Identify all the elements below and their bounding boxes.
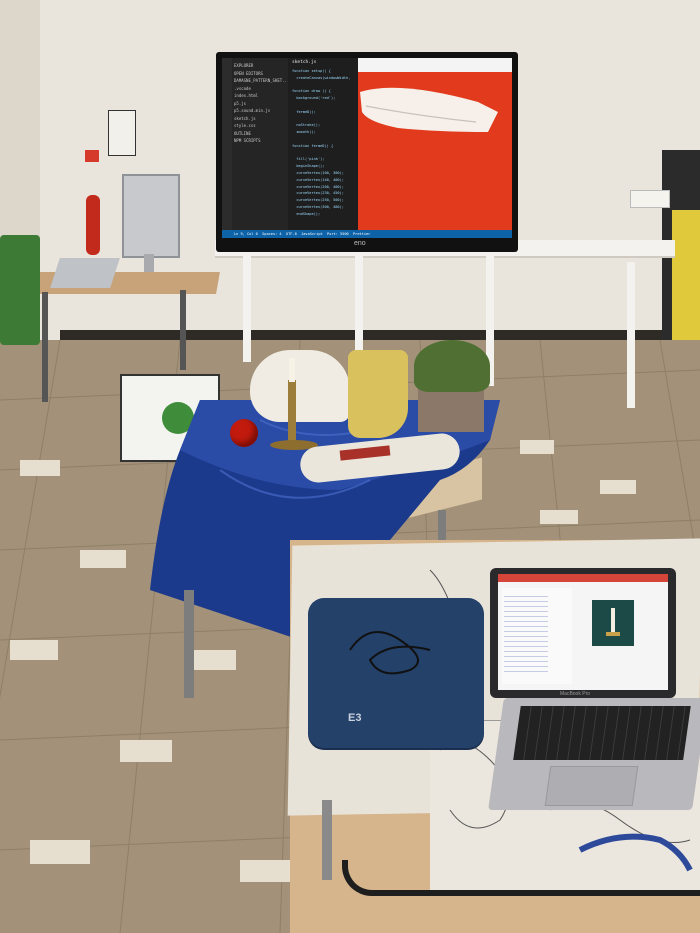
code-line: createCanvas(windowWidth,	[292, 75, 351, 80]
code-text: function setup() { createCanvas(windowWi…	[292, 68, 350, 218]
editor-sidebar: EXPLORER OPEN EDITORS DAMASNE_PATTERN_SKET…	[232, 58, 289, 230]
brass-candlestick	[288, 380, 296, 446]
sidebar-line: OUTLINE	[234, 130, 251, 136]
candle	[289, 358, 295, 382]
code-lines	[504, 592, 548, 672]
code-line: curveVertex(100, 300);	[292, 170, 344, 175]
code-line: curveVertex(140, 400);	[292, 177, 344, 182]
front-desk-leg	[322, 800, 332, 880]
macbook-base	[488, 698, 700, 810]
exit-sign	[85, 150, 99, 162]
code-line: beginShape();	[292, 164, 325, 169]
sidebar-line: p5.js	[234, 100, 247, 106]
code-line: function setup() {	[292, 69, 331, 73]
macbook-keyboard	[513, 706, 691, 760]
sidebar-line: p5.sound.min.js	[234, 108, 271, 113]
editor-activity-bar	[222, 58, 232, 238]
sidebar-line: sketch.js	[234, 115, 256, 121]
macbook-screen	[498, 574, 668, 690]
tv-brand-logo: eno	[354, 240, 366, 247]
green-chair	[0, 235, 40, 345]
yellow-boot	[348, 350, 408, 438]
earbuds-cable	[349, 631, 431, 675]
wall-poster	[108, 110, 136, 156]
preview-candle-base	[606, 632, 620, 636]
sidebar-line: NPM SCRIPTS	[234, 138, 261, 143]
macbook-brand: MacBook Pro	[560, 691, 591, 697]
macbook-trackpad	[544, 766, 639, 806]
editor-code-area: sketch.js function setup() { createCanva…	[288, 58, 358, 230]
imac-stand	[144, 254, 154, 272]
back-desk-leg-left	[42, 292, 48, 402]
editor-status-bar: Ln 9, Col 6 Spaces: 4 UTF-8 JavaScript P…	[222, 230, 512, 238]
editor-tab: sketch.js	[292, 60, 317, 65]
potted-plant-leaves	[414, 340, 490, 392]
imac-screen	[122, 174, 180, 258]
tv-screen: EXPLORER OPEN EDITORS DAMASNE_PATTERN_SKET…	[222, 58, 512, 238]
small-laptop	[50, 258, 120, 288]
shelf-leg-1	[243, 254, 251, 362]
sidebar-line: index.html	[234, 93, 259, 98]
code-panel	[502, 588, 572, 684]
browser-bar	[498, 574, 668, 582]
macbook-lid: MacBook Pro	[490, 568, 676, 698]
tv-monitor: EXPLORER OPEN EDITORS DAMASNE_PATTERN_SKET…	[216, 52, 518, 252]
sidebar-line: style.css	[234, 123, 256, 128]
sidebar-line: EXPLORER	[234, 63, 254, 68]
sleeve-logo: E3	[348, 712, 362, 724]
potted-plant-pot	[418, 388, 484, 432]
shelf-leg-2	[355, 254, 363, 354]
pink-shape	[360, 87, 498, 132]
code-line: curveVertex(200, 400);	[292, 184, 344, 189]
front-desk-frame	[342, 860, 700, 896]
sidebar-line: .vscode	[234, 85, 251, 91]
white-sculpture	[250, 350, 350, 422]
back-desk	[16, 272, 220, 294]
door-panel	[672, 210, 700, 350]
sidebar-file-list: EXPLORER OPEN EDITORS DAMASNE_PATTERN_SKET…	[234, 62, 289, 145]
code-line: fermeD();	[292, 109, 316, 114]
code-line: curveVertex(230, 450);	[292, 191, 344, 196]
wall-outlet	[630, 190, 670, 208]
code-line: fill('pink');	[292, 157, 325, 162]
preview-candle	[611, 608, 615, 634]
code-line: curveVertex(250, 500);	[292, 198, 344, 203]
code-line: endShape();	[292, 211, 321, 216]
code-line: curveVertex(300, 480);	[292, 204, 344, 209]
red-apple	[230, 419, 258, 447]
sketch-preview	[592, 600, 634, 646]
code-line: function fermeD() {	[292, 143, 334, 148]
code-line: noStroke();	[292, 123, 321, 128]
shelf-leg-4	[627, 262, 635, 408]
code-line: function draw () {	[292, 89, 331, 94]
fire-extinguisher	[86, 195, 100, 255]
sidebar-line: DAMASNE_PATTERN_SKET...	[234, 78, 290, 83]
code-line: smooth();	[292, 130, 316, 135]
sidebar-line: OPEN EDITORS	[234, 70, 263, 76]
code-line: background('red');	[292, 96, 336, 101]
preview-toolbar	[358, 58, 512, 72]
back-desk-leg-right	[180, 290, 186, 370]
canvas-preview	[358, 58, 512, 230]
